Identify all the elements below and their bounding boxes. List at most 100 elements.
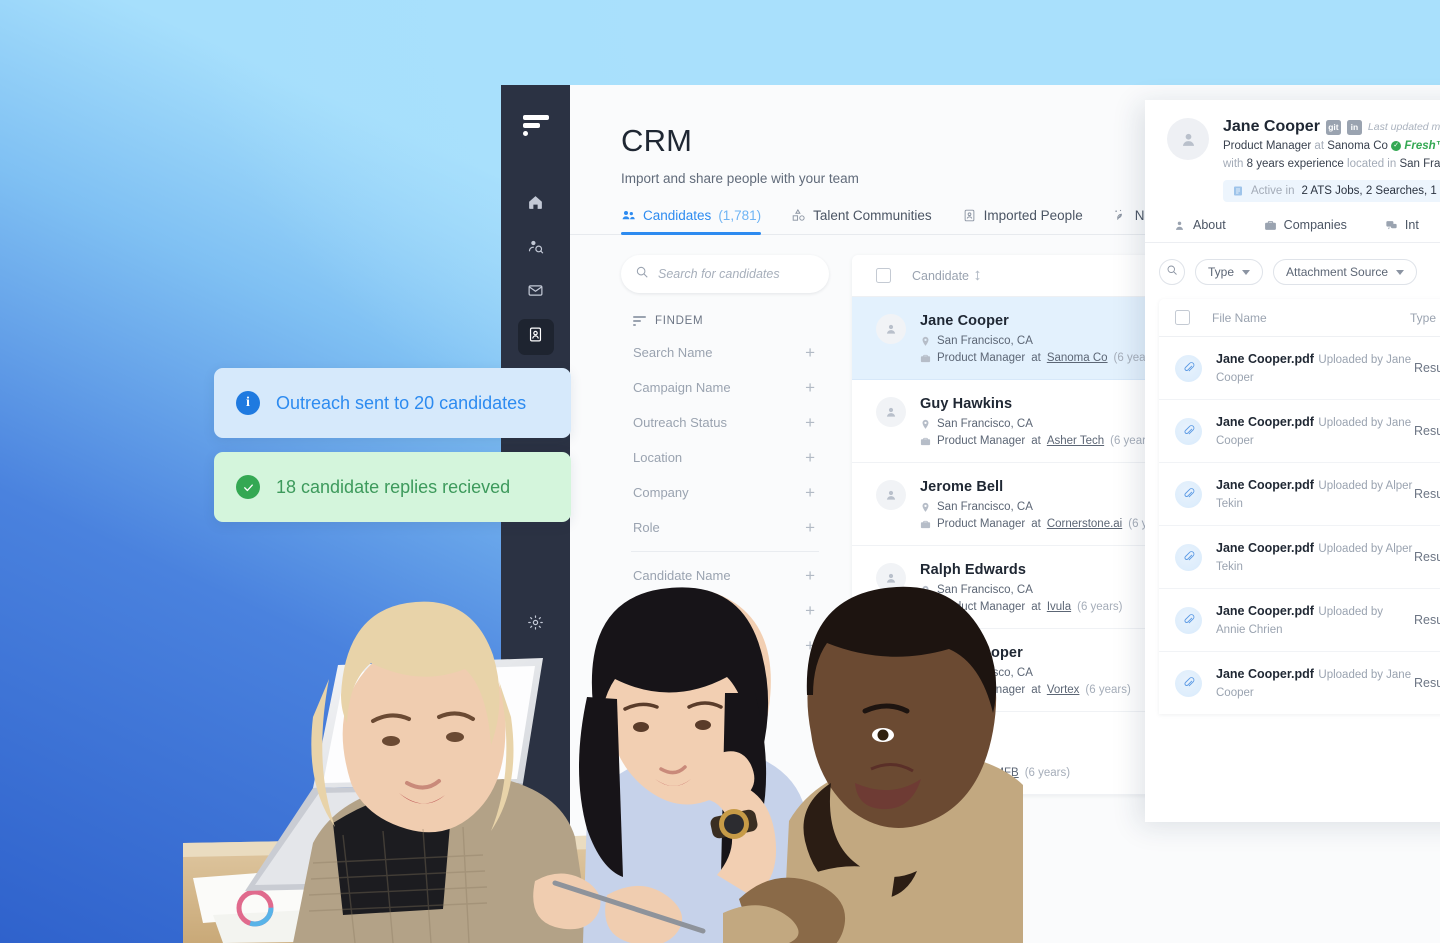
column-label: Candidate [912, 268, 969, 283]
check-circle-icon: ✓ [1391, 140, 1402, 151]
file-row[interactable]: Jane Cooper.pdf Uploaded by Alper Tekin … [1159, 526, 1440, 589]
chevron-down-icon [1242, 269, 1251, 275]
team-photo-illustration [183, 586, 1023, 943]
filter-row-outreach-status[interactable]: Outreach Status + [621, 405, 829, 440]
nav-item-people-search[interactable] [518, 231, 554, 267]
candidate-role: Product Manager at Asher Tech (6 years) [920, 435, 1156, 447]
profile-company[interactable]: Sanoma Co [1327, 140, 1388, 152]
tab-interactions[interactable]: Int [1385, 218, 1419, 242]
filter-group-header: FINDEM [633, 315, 829, 327]
chevron-down-icon [1396, 269, 1405, 275]
company-link[interactable]: Ivula [1047, 601, 1071, 613]
attachment-source-dropdown[interactable]: Attachment Source [1273, 259, 1418, 285]
filter-row-search-name[interactable]: Search Name + [621, 335, 829, 370]
attachment-icon [1175, 417, 1202, 445]
active-in-badge[interactable]: Active in 2 ATS Jobs, 2 Searches, 1 Camp… [1223, 180, 1440, 202]
file-info: Jane Cooper.pdf Uploaded by Annie Chrien [1216, 602, 1414, 638]
select-all-files-checkbox[interactable] [1175, 310, 1190, 325]
file-type-dropdown[interactable]: Resume [1414, 550, 1440, 564]
toast-outreach-sent[interactable]: i Outreach sent to 20 candidates [214, 368, 571, 438]
file-type-dropdown[interactable]: Resume [1414, 424, 1440, 438]
tab-companies[interactable]: Companies [1264, 218, 1347, 242]
tab-imported-people[interactable]: Imported People [962, 208, 1083, 234]
plus-icon[interactable]: + [805, 344, 815, 361]
select-all-checkbox[interactable] [876, 268, 891, 283]
toast-replies-received[interactable]: 18 candidate replies recieved [214, 452, 571, 522]
profile-location: San Francisco, CA [1399, 158, 1440, 170]
sort-icon[interactable] [974, 270, 981, 281]
tab-interactions-label: Int [1404, 218, 1419, 232]
tab-candidates-count: (1,781) [718, 208, 762, 223]
profile-drawer: Jane Cooper git in Last updated more tha… [1145, 100, 1440, 822]
company-link[interactable]: Asher Tech [1047, 435, 1104, 447]
file-info: Jane Cooper.pdf Uploaded by Alper Tekin [1216, 539, 1414, 575]
at-text: at [1031, 518, 1041, 530]
nav-item-crm[interactable] [517, 319, 554, 355]
nav-item-inbox[interactable] [518, 275, 554, 311]
people-icon [621, 208, 636, 223]
check-icon [236, 475, 260, 499]
column-header-type[interactable]: Type [1410, 311, 1436, 325]
file-name: Jane Cooper.pdf [1216, 415, 1314, 429]
plus-icon[interactable]: + [805, 379, 815, 396]
file-name: Jane Cooper.pdf [1216, 667, 1314, 681]
filter-label: Campaign Name [633, 380, 731, 395]
file-row[interactable]: Jane Cooper.pdf Uploaded by Annie Chrien… [1159, 589, 1440, 652]
file-type-dropdown[interactable]: Resume [1414, 361, 1440, 375]
at-text: at [1031, 435, 1041, 447]
nav-item-home[interactable] [518, 187, 554, 223]
file-type-dropdown[interactable]: Resume [1414, 676, 1440, 690]
company-link[interactable]: Vortex [1047, 684, 1080, 696]
filter-label: Outreach Status [633, 415, 727, 430]
profile-header: Jane Cooper git in Last updated more tha… [1145, 100, 1440, 202]
active-in-value: 2 ATS Jobs, 2 Searches, 1 Campaign [1301, 185, 1440, 197]
file-row[interactable]: Jane Cooper.pdf Uploaded by Alper Tekin … [1159, 463, 1440, 526]
candidate-info: Guy Hawkins San Francisco, CA Product Ma… [920, 395, 1156, 447]
at-text: at [1314, 140, 1325, 152]
plus-icon[interactable]: + [805, 449, 815, 466]
avatar [876, 397, 906, 427]
years-text: (6 years) [1077, 601, 1123, 613]
profile-name-row: Jane Cooper git in Last updated more tha… [1223, 118, 1440, 136]
file-type-dropdown[interactable]: Resume [1414, 613, 1440, 627]
column-header-candidate[interactable]: Candidate [912, 269, 981, 283]
search-attachments-button[interactable] [1159, 259, 1185, 285]
type-filter-dropdown[interactable]: Type [1195, 259, 1264, 285]
candidate-role: Product Manager at Sanoma Co (6 years) [920, 352, 1159, 364]
plus-icon[interactable]: + [805, 414, 815, 431]
company-link[interactable]: Sanoma Co [1047, 352, 1108, 364]
years-text: (6 years) [1085, 684, 1131, 696]
file-row[interactable]: Jane Cooper.pdf Uploaded by Jane Cooper … [1159, 652, 1440, 714]
profile-experience: 8 years experience [1246, 158, 1344, 170]
tab-candidates[interactable]: Candidates (1,781) [621, 208, 762, 235]
tab-talent-communities[interactable]: Talent Communities [791, 208, 932, 234]
column-header-file-name[interactable]: File Name [1212, 311, 1410, 325]
profile-name: Jane Cooper [1223, 118, 1320, 135]
attachment-filters: Type Attachment Source [1145, 243, 1440, 299]
profile-experience-line: with 8 years experience located in San F… [1223, 158, 1440, 170]
file-row[interactable]: Jane Cooper.pdf Uploaded by Jane Cooper … [1159, 337, 1440, 400]
file-name: Jane Cooper.pdf [1216, 541, 1314, 555]
attachment-source-label: Attachment Source [1286, 265, 1389, 279]
filter-row-location[interactable]: Location + [621, 440, 829, 475]
file-type-dropdown[interactable]: Resume [1414, 487, 1440, 501]
file-type-label: Resume [1414, 613, 1440, 627]
toast-text: Outreach sent to 20 candidates [276, 392, 527, 413]
home-icon [527, 194, 544, 216]
file-row[interactable]: Jane Cooper.pdf Uploaded by Jane Cooper … [1159, 400, 1440, 463]
person-icon [1175, 221, 1184, 230]
shapes-icon [791, 208, 806, 223]
file-type-label: Resume [1414, 487, 1440, 501]
tab-about[interactable]: About [1173, 218, 1226, 242]
search-candidates-box[interactable] [621, 255, 829, 293]
github-icon[interactable]: git [1325, 119, 1341, 135]
filter-row-campaign-name[interactable]: Campaign Name + [621, 370, 829, 405]
search-icon [635, 265, 649, 284]
linkedin-icon[interactable]: in [1346, 119, 1362, 135]
contact-card-icon [527, 326, 544, 348]
search-input[interactable] [658, 267, 815, 281]
type-filter-label: Type [1208, 265, 1235, 279]
file-type-label: Resume [1414, 424, 1440, 438]
search-icon [1166, 263, 1178, 281]
company-link[interactable]: Cornerstone.ai [1047, 518, 1122, 530]
